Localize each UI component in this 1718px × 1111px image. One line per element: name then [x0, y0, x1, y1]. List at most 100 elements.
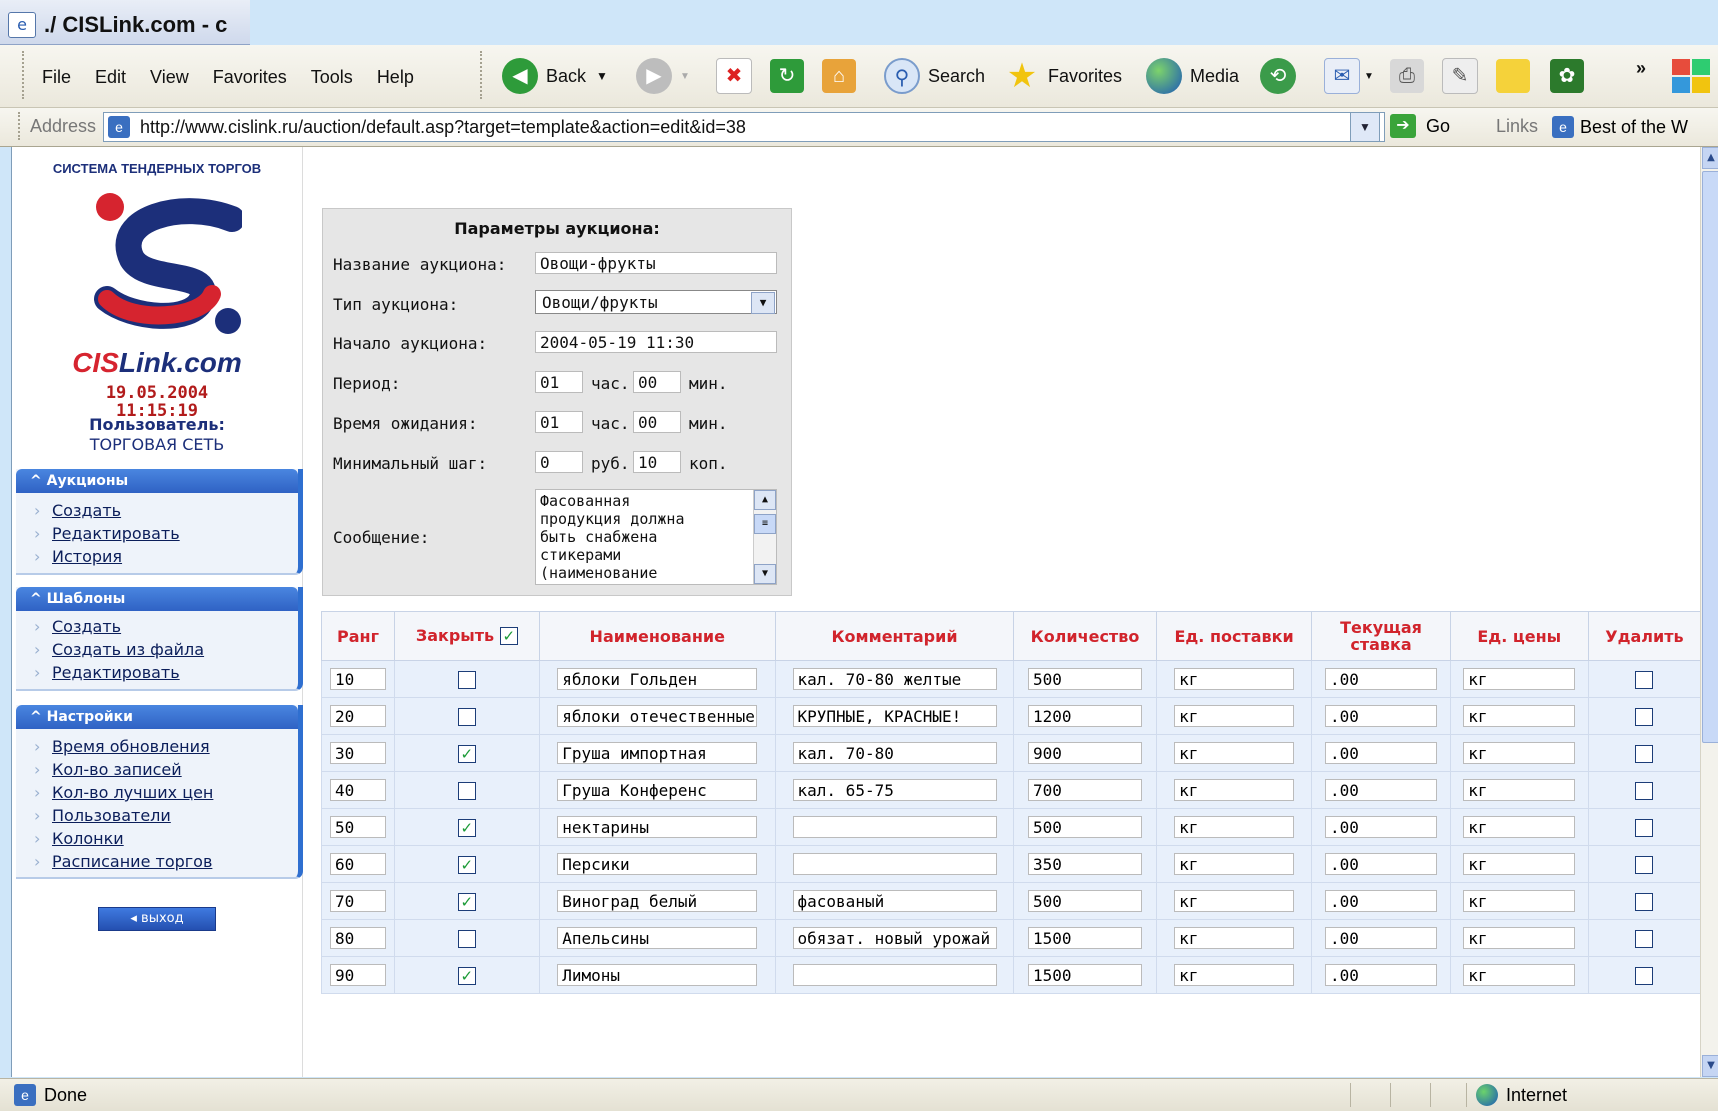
settings-schedule-link[interactable]: Расписание торгов	[16, 850, 298, 873]
forward-button[interactable]: ▶ ▼	[636, 53, 690, 99]
print-button[interactable]: ⎙	[1390, 53, 1424, 99]
item-name-input[interactable]: Груша Конференс	[557, 779, 758, 801]
close-checkbox[interactable]	[457, 781, 476, 800]
message-scrollbar[interactable]: ▲ ≡ ▼	[753, 490, 776, 584]
rank-input[interactable]: 40	[329, 779, 386, 801]
item-name-input[interactable]: яблоки Гольден	[557, 668, 758, 690]
close-checkbox[interactable]: ✓	[457, 966, 476, 985]
comment-input[interactable]: обязат. новый урожай	[792, 927, 997, 949]
quantity-input[interactable]: 700	[1027, 779, 1142, 801]
home-button[interactable]: ⌂	[822, 53, 856, 99]
supply-unit-input[interactable]: кг	[1174, 779, 1295, 801]
rank-input[interactable]: 10	[329, 668, 386, 690]
auctions-create-link[interactable]: Создать	[16, 499, 298, 522]
supply-unit-input[interactable]: кг	[1174, 742, 1295, 764]
back-dropdown-icon[interactable]: ▼	[596, 69, 608, 83]
supply-unit-input[interactable]: кг	[1174, 890, 1295, 912]
item-name-input[interactable]: Апельсины	[557, 927, 758, 949]
message-textarea[interactable]: Фасованная продукция должна быть снабжен…	[535, 489, 777, 585]
close-checkbox[interactable]: ✓	[457, 818, 476, 837]
min-step-rub-input[interactable]: 0	[535, 451, 583, 473]
auction-start-input[interactable]: 2004-05-19 11:30	[535, 331, 777, 353]
rank-input[interactable]: 60	[329, 853, 386, 875]
address-grip[interactable]	[18, 112, 23, 140]
current-bid-input[interactable]: .00	[1325, 964, 1438, 986]
delete-checkbox[interactable]	[1635, 966, 1654, 985]
supply-unit-input[interactable]: кг	[1174, 853, 1295, 875]
comment-input[interactable]: кал. 65-75	[792, 779, 997, 801]
auctions-panel-header[interactable]: Аукционы	[16, 469, 298, 493]
auctions-edit-link[interactable]: Редактировать	[16, 522, 298, 545]
delete-checkbox[interactable]	[1635, 855, 1654, 874]
quantity-input[interactable]: 1500	[1027, 964, 1142, 986]
favorites-button[interactable]: ★ Favorites	[1004, 53, 1122, 99]
supply-unit-input[interactable]: кг	[1174, 705, 1295, 727]
media-button[interactable]: Media	[1146, 53, 1239, 99]
best-of-web-link[interactable]: e Best of the W	[1552, 116, 1688, 138]
chevron-up-icon[interactable]: ▲	[1702, 147, 1718, 169]
comment-input[interactable]: фасованый	[792, 890, 997, 912]
current-bid-input[interactable]: .00	[1325, 668, 1438, 690]
quantity-input[interactable]: 500	[1027, 890, 1142, 912]
price-unit-input[interactable]: кг	[1463, 853, 1576, 875]
settings-records-count-link[interactable]: Кол-во записей	[16, 758, 298, 781]
menu-edit[interactable]: Edit	[95, 67, 126, 88]
price-unit-input[interactable]: кг	[1463, 668, 1576, 690]
current-bid-input[interactable]: .00	[1325, 705, 1438, 727]
history-button[interactable]: ⟲	[1260, 53, 1304, 99]
delete-checkbox[interactable]	[1635, 707, 1654, 726]
mail-dropdown-icon[interactable]: ▼	[1364, 71, 1374, 82]
close-checkbox[interactable]: ✓	[457, 744, 476, 763]
comment-input[interactable]	[792, 853, 997, 875]
menu-file[interactable]: File	[42, 67, 71, 88]
price-unit-input[interactable]: кг	[1463, 779, 1576, 801]
templates-edit-link[interactable]: Редактировать	[16, 661, 298, 684]
address-url[interactable]: http://www.cislink.ru/auction/default.as…	[140, 117, 746, 138]
quantity-input[interactable]: 1500	[1027, 927, 1142, 949]
menu-view[interactable]: View	[150, 67, 189, 88]
comment-input[interactable]: КРУПНЫЕ, КРАСНЫЕ!	[792, 705, 997, 727]
current-bid-input[interactable]: .00	[1325, 779, 1438, 801]
comment-input[interactable]	[792, 816, 997, 838]
discuss-button[interactable]	[1496, 53, 1530, 99]
close-checkbox[interactable]	[457, 929, 476, 948]
item-name-input[interactable]: Персики	[557, 853, 758, 875]
item-name-input[interactable]: яблоки отечественные	[557, 705, 758, 727]
price-unit-input[interactable]: кг	[1463, 742, 1576, 764]
item-name-input[interactable]: Лимоны	[557, 964, 758, 986]
close-all-checkbox[interactable]: ✓	[499, 627, 518, 646]
delete-checkbox[interactable]	[1635, 670, 1654, 689]
delete-checkbox[interactable]	[1635, 892, 1654, 911]
delete-checkbox[interactable]	[1635, 781, 1654, 800]
settings-columns-link[interactable]: Колонки	[16, 827, 298, 850]
wait-hours-input[interactable]: 01	[535, 411, 583, 433]
exit-button[interactable]: ◂ выход	[98, 907, 216, 931]
chevron-down-icon[interactable]: ▼	[1702, 1055, 1718, 1077]
address-dropdown-icon[interactable]: ▼	[1350, 112, 1380, 142]
wait-minutes-input[interactable]: 00	[633, 411, 681, 433]
page-scrollbar[interactable]: ▲ ▼	[1700, 147, 1718, 1077]
settings-panel-header[interactable]: Настройки	[16, 705, 298, 729]
auction-name-input[interactable]: Овощи-фрукты	[535, 252, 777, 274]
chevron-down-icon[interactable]: ▼	[754, 564, 776, 584]
links-button[interactable]: Links	[1496, 116, 1538, 137]
current-bid-input[interactable]: .00	[1325, 927, 1438, 949]
rank-input[interactable]: 80	[329, 927, 386, 949]
delete-checkbox[interactable]	[1635, 929, 1654, 948]
address-input[interactable]: e http://www.cislink.ru/auction/default.…	[103, 112, 1385, 142]
comment-input[interactable]	[792, 964, 997, 986]
price-unit-input[interactable]: кг	[1463, 890, 1576, 912]
period-minutes-input[interactable]: 00	[633, 371, 681, 393]
auction-type-select[interactable]: Овощи/фрукты ▼	[535, 290, 777, 314]
templates-create-from-file-link[interactable]: Создать из файла	[16, 638, 298, 661]
settings-best-prices-link[interactable]: Кол-во лучших цен	[16, 781, 298, 804]
auctions-history-link[interactable]: История	[16, 545, 298, 568]
settings-refresh-time-link[interactable]: Время обновления	[16, 735, 298, 758]
comment-input[interactable]: кал. 70-80 желтые	[792, 668, 997, 690]
current-bid-input[interactable]: .00	[1325, 890, 1438, 912]
current-bid-input[interactable]: .00	[1325, 742, 1438, 764]
menu-help[interactable]: Help	[377, 67, 414, 88]
quantity-input[interactable]: 350	[1027, 853, 1142, 875]
current-bid-input[interactable]: .00	[1325, 853, 1438, 875]
search-button[interactable]: ⚲ Search	[884, 53, 985, 99]
